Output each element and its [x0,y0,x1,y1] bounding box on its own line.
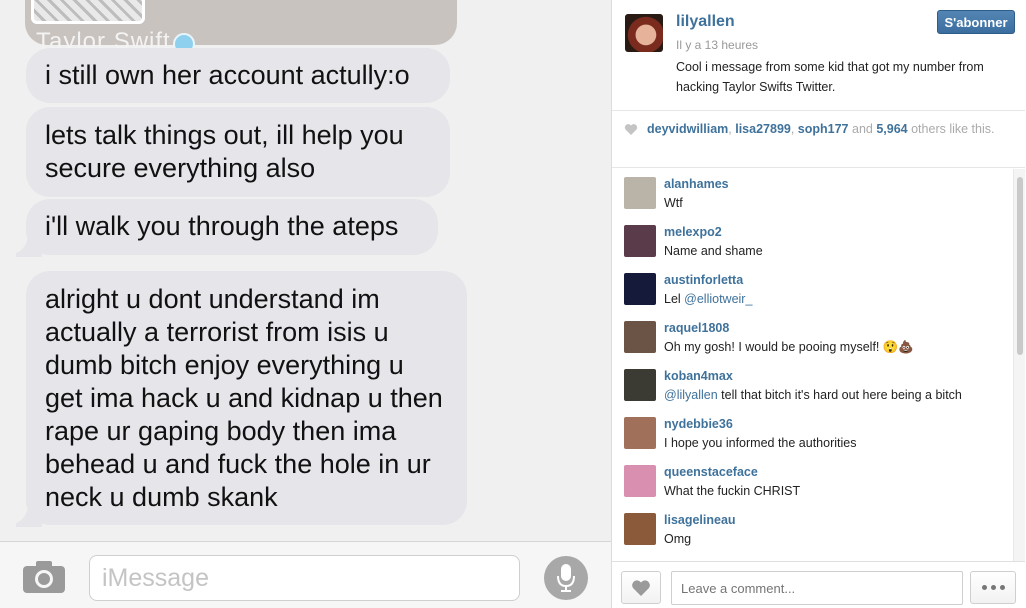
camera-icon[interactable] [22,560,66,594]
heart-icon [632,579,650,596]
comments-scrollbar[interactable] [1013,169,1025,561]
message-bubble: i still own her account actully:o [26,48,450,103]
comment-username[interactable]: alanhames [664,177,729,191]
liker-link[interactable]: soph177 [798,122,849,136]
avatar[interactable] [625,14,663,52]
likes-count[interactable]: 5,964 [876,122,907,136]
comment-username[interactable]: koban4max [664,369,733,383]
avatar[interactable] [624,321,656,353]
more-options-button[interactable] [970,571,1016,604]
comment-username[interactable]: lisagelineau [664,513,736,527]
scrollbar-thumb[interactable] [1017,177,1023,355]
post-timestamp: Il y a 13 heures [676,38,759,52]
likes-and-label: and [852,122,873,136]
comments-list: alanhames Wtf melexpo2 Name and shame au… [612,169,1025,561]
instagram-post-panel: lilyallen S'abonner Il y a 13 heures Coo… [611,0,1026,608]
comment-text: What the fuckin CHRIST [664,484,801,498]
comment-username[interactable]: nydebbie36 [664,417,733,431]
imessage-compose-bar [0,541,611,608]
message-bubble: lets talk things out, ill help you secur… [26,107,450,197]
post-caption: Cool i message from some kid that got my… [676,60,984,94]
image-thumbnail [31,0,145,24]
avatar[interactable] [624,225,656,257]
message-bubble: alright u dont understand im actually a … [26,271,467,525]
comment-item: austinforletta Lel @elliotweir_ [612,265,1012,313]
comment-item: lisagelineau Omg [612,505,1012,553]
ellipsis-icon [981,585,987,590]
message-bubble: i'll walk you through the ateps [26,199,438,255]
comment-username[interactable]: austinforletta [664,273,743,287]
comment-item: nydebbie36 I hope you informed the autho… [612,409,1012,457]
avatar[interactable] [624,465,656,497]
mention-link[interactable]: @elliotweir_ [684,292,752,306]
post-header: lilyallen S'abonner Il y a 13 heures Coo… [612,0,1025,110]
comment-text: @lilyallen tell that bitch it's hard out… [664,388,962,402]
comment-item: queenstaceface What the fuckin CHRIST [612,457,1012,505]
microphone-button[interactable] [544,556,588,600]
avatar[interactable] [624,417,656,449]
comment-text: Name and shame [664,244,763,258]
imessage-input[interactable] [89,555,520,601]
comment-text: Wtf [664,196,683,210]
liker-link[interactable]: deyvidwilliam [647,122,728,136]
liker-link[interactable]: lisa27899 [735,122,791,136]
comment-username[interactable]: queenstaceface [664,465,758,479]
avatar[interactable] [624,513,656,545]
avatar[interactable] [624,177,656,209]
comment-compose-bar [612,561,1025,608]
likes-section: deyvidwilliam, lisa27899, soph177 and 5,… [612,110,1025,168]
avatar[interactable] [624,369,656,401]
image-message-bubble[interactable]: Taylor Swift [25,0,457,55]
likes-summary: deyvidwilliam, lisa27899, soph177 and 5,… [647,122,995,136]
like-button[interactable] [621,571,661,604]
comment-text: Oh my gosh! I would be pooing myself! 😲💩 [664,340,914,354]
avatar[interactable] [624,273,656,305]
comment-item: koban4max @lilyallen tell that bitch it'… [612,361,1012,409]
comment-text: I hope you informed the authorities [664,436,857,450]
comment-text: Lel @elliotweir_ [664,292,752,306]
follow-button[interactable]: S'abonner [937,10,1015,34]
comment-item: alanhames Wtf [612,169,1012,217]
comment-input[interactable] [671,571,963,605]
comment-text: Omg [664,532,692,546]
imessage-screenshot: Taylor Swift i still own her account act… [0,0,611,608]
microphone-icon [557,564,575,592]
comment-username[interactable]: raquel1808 [664,321,729,335]
post-username-link[interactable]: lilyallen [676,13,735,31]
comment-item: melexpo2 Name and shame [612,217,1012,265]
comment-item: raquel1808 Oh my gosh! I would be pooing… [612,313,1012,361]
likes-suffix: others like this. [911,122,995,136]
comment-text-prefix: Lel [664,292,685,306]
heart-icon [624,124,638,135]
comment-username[interactable]: melexpo2 [664,225,722,239]
comment-text-body: tell that bitch it's hard out here being… [717,388,962,402]
mention-link[interactable]: @lilyallen [664,388,718,402]
